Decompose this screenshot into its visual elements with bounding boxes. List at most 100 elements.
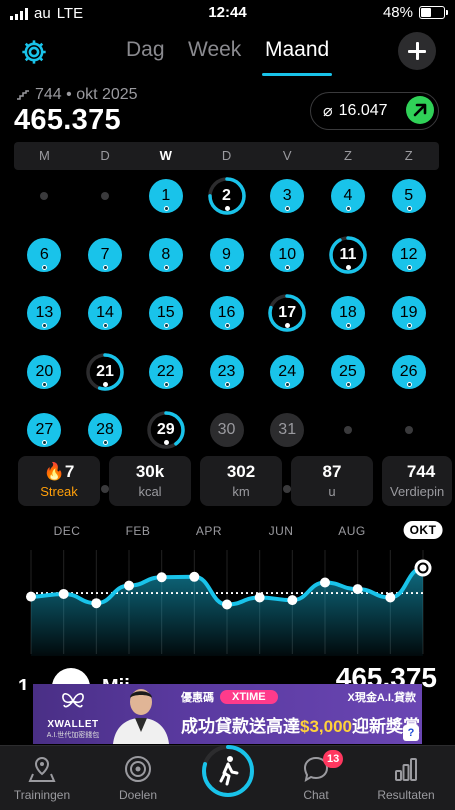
average-value: 16.047 bbox=[338, 102, 388, 119]
calendar-day[interactable]: 19 bbox=[389, 293, 429, 333]
calendar-day[interactable]: 15 bbox=[146, 293, 186, 333]
day-circle: 15 bbox=[148, 296, 183, 330]
tab-week[interactable]: Week bbox=[188, 38, 241, 62]
day-circle: 7 bbox=[88, 237, 123, 272]
day-activity-dot bbox=[406, 264, 412, 270]
weekday-label: Z bbox=[343, 148, 352, 163]
day-circle: 26 bbox=[391, 354, 426, 389]
chart-point[interactable] bbox=[26, 591, 36, 602]
ad-brand-tag: A.I.世代加密錢包 bbox=[46, 732, 100, 739]
month-label[interactable]: JUN bbox=[269, 524, 294, 538]
calendar-day[interactable]: 13 bbox=[24, 293, 64, 333]
trend-chart[interactable] bbox=[0, 546, 455, 656]
calendar-day[interactable]: 2 bbox=[207, 176, 247, 216]
calendar-day[interactable]: 12 bbox=[389, 235, 429, 275]
day-number: 29 bbox=[156, 421, 175, 438]
calendar-day[interactable]: 7 bbox=[85, 235, 125, 275]
calendar-day[interactable]: 26 bbox=[389, 352, 429, 392]
chart-point[interactable] bbox=[352, 584, 363, 595]
day-activity-dot bbox=[285, 381, 291, 387]
chart-point[interactable] bbox=[320, 577, 330, 588]
battery-percent: 48% bbox=[382, 4, 413, 21]
tab-resultaten[interactable]: Resultaten bbox=[361, 754, 451, 802]
day-activity-dot bbox=[224, 381, 230, 387]
day-number: 4 bbox=[343, 187, 353, 204]
calendar-day[interactable]: 18 bbox=[328, 293, 368, 333]
calendar-day[interactable]: 20 bbox=[24, 352, 64, 392]
chart-point[interactable] bbox=[222, 599, 232, 610]
calendar-day[interactable]: 23 bbox=[207, 352, 247, 392]
active-tab-indicator bbox=[262, 73, 332, 76]
chart-point[interactable] bbox=[91, 598, 102, 609]
tab-doelen[interactable]: Doelen bbox=[93, 754, 183, 802]
calendar-day[interactable]: 30 bbox=[207, 410, 247, 450]
month-label[interactable]: DEC bbox=[54, 524, 81, 538]
day-number: 25 bbox=[339, 362, 357, 380]
average-pill[interactable]: ⌀ 16.047 bbox=[310, 92, 439, 130]
month-label[interactable]: AUG bbox=[338, 524, 366, 538]
weekday-label: D bbox=[100, 148, 110, 163]
day-number: 14 bbox=[96, 304, 114, 321]
chart-point[interactable] bbox=[189, 571, 200, 582]
day-number: 19 bbox=[399, 304, 418, 321]
calendar-day[interactable]: 22 bbox=[146, 352, 186, 392]
stat-streak[interactable]: 🔥7 Streak bbox=[18, 456, 100, 506]
add-button[interactable] bbox=[398, 32, 436, 70]
day-activity-dot bbox=[224, 323, 230, 328]
day-number: 3 bbox=[282, 187, 292, 204]
stat-km[interactable]: 302 km bbox=[200, 456, 282, 506]
stat-kcal[interactable]: 30k kcal bbox=[109, 456, 191, 506]
calendar-day[interactable]: 6 bbox=[24, 235, 64, 275]
tab-trainingen[interactable]: Trainingen bbox=[0, 754, 87, 802]
day-activity-dot bbox=[163, 264, 169, 270]
chart-point[interactable] bbox=[58, 588, 69, 599]
day-circle: 30 bbox=[209, 413, 244, 447]
calendar-day[interactable]: 31 bbox=[267, 410, 307, 450]
calendar-day[interactable]: 5 bbox=[389, 176, 429, 216]
calendar-day[interactable]: 25 bbox=[328, 352, 368, 392]
day-number: 8 bbox=[161, 245, 171, 263]
calendar-day[interactable]: 1 bbox=[146, 176, 186, 216]
ad-banner[interactable]: XWALLET A.I.世代加密錢包 優惠碼 XTIME X現金A.I.貸款 成… bbox=[33, 684, 422, 744]
day-activity-dot bbox=[285, 264, 291, 270]
calendar-day[interactable]: 14 bbox=[85, 293, 125, 333]
stat-floors[interactable]: 744 Verdiepin bbox=[382, 456, 452, 506]
calendar-day[interactable]: 4 bbox=[328, 176, 368, 216]
stat-hours[interactable]: 87 u bbox=[291, 456, 373, 506]
month-label[interactable]: FEB bbox=[126, 524, 151, 538]
chart-point[interactable] bbox=[124, 580, 134, 591]
calendar-day[interactable]: 9 bbox=[207, 235, 247, 275]
calendar-day[interactable]: 17 bbox=[267, 293, 307, 333]
calendar-day[interactable]: 29 bbox=[146, 410, 186, 450]
calendar-day[interactable]: 10 bbox=[267, 235, 307, 275]
stat-label: kcal bbox=[138, 484, 162, 499]
tab-dag[interactable]: Dag bbox=[126, 38, 165, 62]
day-number: 16 bbox=[217, 304, 236, 321]
day-circle: 19 bbox=[391, 296, 426, 330]
chart-point[interactable] bbox=[385, 592, 396, 603]
calendar-day[interactable]: 8 bbox=[146, 235, 186, 275]
calendar-day[interactable]: 28 bbox=[85, 410, 125, 450]
ad-top-line: 優惠碼 XTIME X現金A.I.貸款 bbox=[181, 688, 416, 706]
chart-point[interactable] bbox=[254, 592, 265, 603]
month-label[interactable]: APR bbox=[196, 524, 222, 538]
calendar-day[interactable]: 3 bbox=[267, 176, 307, 216]
calendar-day[interactable]: 11 bbox=[328, 235, 368, 275]
calendar-day[interactable]: 27 bbox=[24, 410, 64, 450]
calendar-day[interactable]: 24 bbox=[267, 352, 307, 392]
calendar-day[interactable]: 21 bbox=[85, 352, 125, 392]
tab-chat[interactable]: 13 Chat bbox=[271, 750, 361, 802]
stat-label: Streak bbox=[40, 484, 78, 499]
chart-point[interactable] bbox=[156, 572, 167, 583]
day-circle: 8 bbox=[148, 237, 183, 272]
calendar-day[interactable]: 16 bbox=[207, 293, 247, 333]
walking-person-icon[interactable] bbox=[201, 744, 255, 798]
day-circle: 23 bbox=[209, 354, 244, 389]
map-pin-icon bbox=[28, 756, 56, 782]
day-number: 26 bbox=[399, 362, 418, 380]
ad-info-icon[interactable]: ? bbox=[403, 725, 419, 741]
month-label-active[interactable]: OKT bbox=[403, 521, 443, 539]
tab-maand[interactable]: Maand bbox=[265, 38, 329, 62]
day-number: 28 bbox=[96, 421, 114, 438]
chart-point[interactable] bbox=[287, 595, 298, 606]
